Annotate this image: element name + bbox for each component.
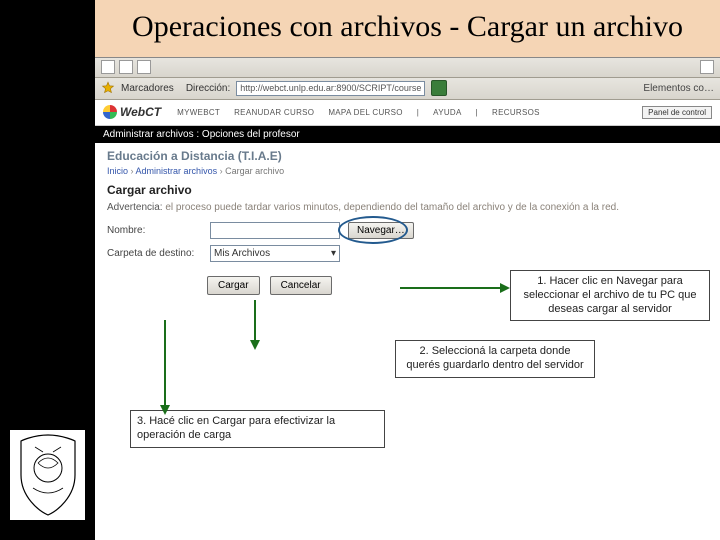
webct-nav: MYWEBCT REANUDAR CURSO MAPA DEL CURSO | … xyxy=(177,108,540,117)
toolbar-icon[interactable] xyxy=(119,60,133,74)
bookmark-star-icon[interactable] xyxy=(101,81,115,95)
breadcrumb-admin[interactable]: Administrar archivos xyxy=(136,166,218,176)
nav-recursos[interactable]: RECURSOS xyxy=(492,108,540,117)
nav-mapa[interactable]: MAPA DEL CURSO xyxy=(328,108,402,117)
navegar-button[interactable]: Navegar… xyxy=(348,222,414,239)
webct-logo: WebCT xyxy=(103,105,161,119)
row-nombre: Nombre: Navegar… xyxy=(107,222,708,239)
section-heading: Cargar archivo xyxy=(107,183,708,197)
browser-toolbar xyxy=(95,58,720,78)
carpeta-select[interactable]: Mis Archivos ▾ xyxy=(210,245,340,262)
go-button[interactable] xyxy=(431,80,447,96)
cargar-button[interactable]: Cargar xyxy=(207,276,260,295)
nav-ayuda[interactable]: AYUDA xyxy=(433,108,461,117)
breadcrumb: Inicio › Administrar archivos › Cargar a… xyxy=(107,166,708,176)
course-title: Educación a Distancia (T.I.A.E) xyxy=(107,149,708,163)
carpeta-label: Carpeta de destino: xyxy=(107,248,202,259)
bookmarks-label[interactable]: Marcadores xyxy=(121,83,174,94)
address-input[interactable] xyxy=(236,81,425,96)
nav-mywebct[interactable]: MYWEBCT xyxy=(177,108,220,117)
nombre-label: Nombre: xyxy=(107,225,202,236)
nombre-input[interactable] xyxy=(210,222,340,239)
callout-2: 2. Seleccioná la carpeta donde querés gu… xyxy=(395,340,595,378)
breadcrumb-home[interactable]: Inicio xyxy=(107,166,128,176)
nav-reanudar[interactable]: REANUDAR CURSO xyxy=(234,108,314,117)
slide-left-column xyxy=(0,0,95,540)
callout-3: 3. Hacé clic en Cargar para efectivizar … xyxy=(130,410,385,448)
breadcrumb-current: Cargar archivo xyxy=(225,166,284,176)
webct-header: WebCT MYWEBCT REANUDAR CURSO MAPA DEL CU… xyxy=(95,100,720,126)
toolbar-icon[interactable] xyxy=(700,60,714,74)
address-label: Dirección: xyxy=(186,83,230,94)
context-bar: Administrar archivos : Opciones del prof… xyxy=(95,126,720,143)
toolbar-icon[interactable] xyxy=(101,60,115,74)
callout-1: 1. Hacer clic en Navegar para selecciona… xyxy=(510,270,710,321)
panel-control-button[interactable]: Panel de control xyxy=(642,106,712,119)
crest-image xyxy=(10,430,85,520)
slide-main: Operaciones con archivos - Cargar un arc… xyxy=(95,0,720,540)
toolbar-icon[interactable] xyxy=(137,60,151,74)
slide-title-area: Operaciones con archivos - Cargar un arc… xyxy=(95,0,720,57)
webct-swirl-icon xyxy=(103,105,117,119)
slide-title: Operaciones con archivos - Cargar un arc… xyxy=(115,10,700,45)
elements-dropdown[interactable]: Elementos co… xyxy=(640,83,714,94)
warning-text: Advertencia: el proceso puede tardar var… xyxy=(107,202,708,213)
chevron-down-icon: ▾ xyxy=(331,248,336,259)
cancelar-button[interactable]: Cancelar xyxy=(270,276,332,295)
row-carpeta: Carpeta de destino: Mis Archivos ▾ xyxy=(107,245,708,262)
browser-address-bar: Marcadores Dirección: Elementos co… xyxy=(95,78,720,100)
